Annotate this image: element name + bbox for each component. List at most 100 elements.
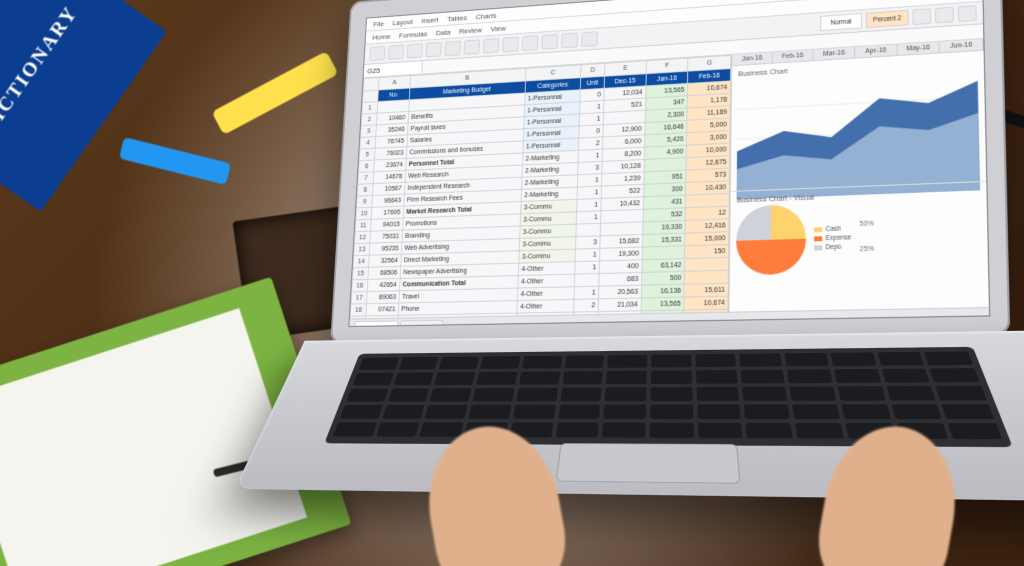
toolbar-button[interactable] [913,8,932,25]
ribbon-data[interactable]: Data [436,28,451,37]
toolbar-button[interactable] [370,46,386,61]
laptop-lid: File Layout Insert Tables Charts Home Fo… [330,0,1010,344]
cell[interactable]: 3 [575,236,600,249]
ribbon-view[interactable]: View [491,24,506,33]
cell[interactable] [685,270,729,284]
row-header[interactable]: 4 [360,137,376,149]
pie-callout: 25% [860,246,875,254]
toolbar-button[interactable] [958,5,977,22]
row-header[interactable]: 9 [356,195,372,207]
cell[interactable]: 1 [575,261,600,274]
toolbar-button[interactable] [502,37,519,53]
cell[interactable]: 10,674 [684,296,728,310]
cell[interactable] [576,223,601,236]
cell[interactable]: 400 [599,260,642,274]
row-header[interactable]: 12 [354,231,370,243]
cell-style-normal[interactable]: Normal [820,13,862,31]
toolbar-button[interactable] [388,45,404,60]
ribbon-home[interactable]: Home [372,32,390,41]
legend-item: Cash [814,225,851,233]
select-all-corner[interactable] [363,78,379,91]
row-header[interactable]: 10 [356,207,372,219]
toolbar-button[interactable] [407,43,423,58]
cell[interactable]: 13,565 [641,297,685,311]
row-header[interactable]: 1 [362,102,378,114]
cell[interactable]: 1 [577,186,602,199]
cell[interactable]: 1 [575,248,600,261]
sheet-tab[interactable]: Sheet 1 [354,320,398,326]
cell[interactable]: 19,300 [600,247,643,261]
toolbar-button[interactable] [464,39,480,54]
cell[interactable]: 500 [641,271,684,285]
cell[interactable]: 1 [578,149,603,162]
cell[interactable]: 1 [576,211,601,224]
row-header[interactable]: 18 [350,304,367,316]
row-header[interactable]: 8 [357,184,373,196]
cell[interactable]: 42654 [367,279,400,292]
cell[interactable]: 1 [576,198,601,211]
ribbon-formulas[interactable]: Formulas [399,29,428,39]
spreadsheet-app: File Layout Insert Tables Charts Home Fo… [348,0,990,327]
toolbar-button[interactable] [541,34,558,50]
row-header[interactable]: 5 [359,148,375,160]
toolbar-button[interactable] [581,31,598,47]
cell[interactable]: 15,611 [684,283,728,297]
tab-tables[interactable]: Tables [447,13,467,22]
cell[interactable]: 3 [578,161,603,174]
row-header[interactable]: 3 [361,125,377,137]
cell[interactable]: 150 [685,244,729,258]
cell[interactable] [685,257,729,271]
cell[interactable]: 89063 [367,291,400,304]
toolbar-button[interactable] [445,41,461,56]
spreadsheet-grid[interactable]: ABCDEFG No.Marketing BudgetCategoriesUni… [350,55,733,319]
tab-file[interactable]: File [373,19,384,28]
toolbar-button[interactable] [426,42,442,57]
cell[interactable]: 75031 [370,230,402,243]
legend-item: Depo [814,243,851,251]
row-header[interactable]: 19 [350,316,366,319]
tab-charts[interactable]: Charts [476,11,497,21]
pie-callout: 50% [859,221,873,229]
toolbar-button[interactable] [483,38,499,53]
cell[interactable]: 07421 [366,303,399,316]
row-header[interactable]: 11 [355,219,371,231]
cell[interactable]: 683 [599,272,642,286]
row-header[interactable]: 7 [358,172,374,184]
cell[interactable]: 32564 [369,254,401,267]
ribbon-review[interactable]: Review [459,25,482,35]
cell[interactable]: 1 [577,174,602,187]
sheet-tab[interactable]: Sheet 2 [399,320,444,327]
row-header[interactable]: 2 [361,113,377,125]
cell[interactable]: 20,563 [599,285,642,299]
toolbar-button[interactable] [522,35,539,51]
cell[interactable]: 16,136 [641,284,684,298]
cell[interactable]: 4-Other [517,287,574,301]
cell[interactable] [574,274,599,287]
area-chart: Business Chart [731,51,986,191]
cell[interactable]: 2 [573,299,598,312]
row-header[interactable]: 15 [352,267,368,279]
desk-prop-highlighter [119,137,231,185]
add-sheet-button[interactable]: + [445,320,461,327]
desk-prop-highlighter [212,51,339,135]
row-header[interactable]: 6 [359,160,375,172]
cell[interactable]: 68506 [368,266,400,279]
row-header[interactable] [363,90,379,102]
cell[interactable]: 21,034 [598,298,641,312]
cell[interactable]: 63,142 [642,259,685,273]
toolbar-button[interactable] [561,33,578,49]
cell-style-percent[interactable]: Percent 2 [866,10,909,28]
pie-chart: Business Chart - Visual CashExpenseDepo [730,181,989,312]
cell[interactable] [642,246,685,260]
row-header[interactable]: 17 [351,292,367,304]
cell[interactable]: 4-Other [517,299,574,313]
row-header[interactable]: 16 [352,279,368,291]
row-header[interactable]: 14 [353,255,369,267]
cell[interactable]: 95235 [369,242,401,255]
tab-layout[interactable]: Layout [392,17,413,26]
toolbar-button[interactable] [935,7,954,24]
row-header[interactable]: 13 [354,243,370,255]
tab-insert[interactable]: Insert [421,15,439,24]
cell[interactable]: 1 [574,286,599,299]
legend-item: Expense [814,234,851,242]
